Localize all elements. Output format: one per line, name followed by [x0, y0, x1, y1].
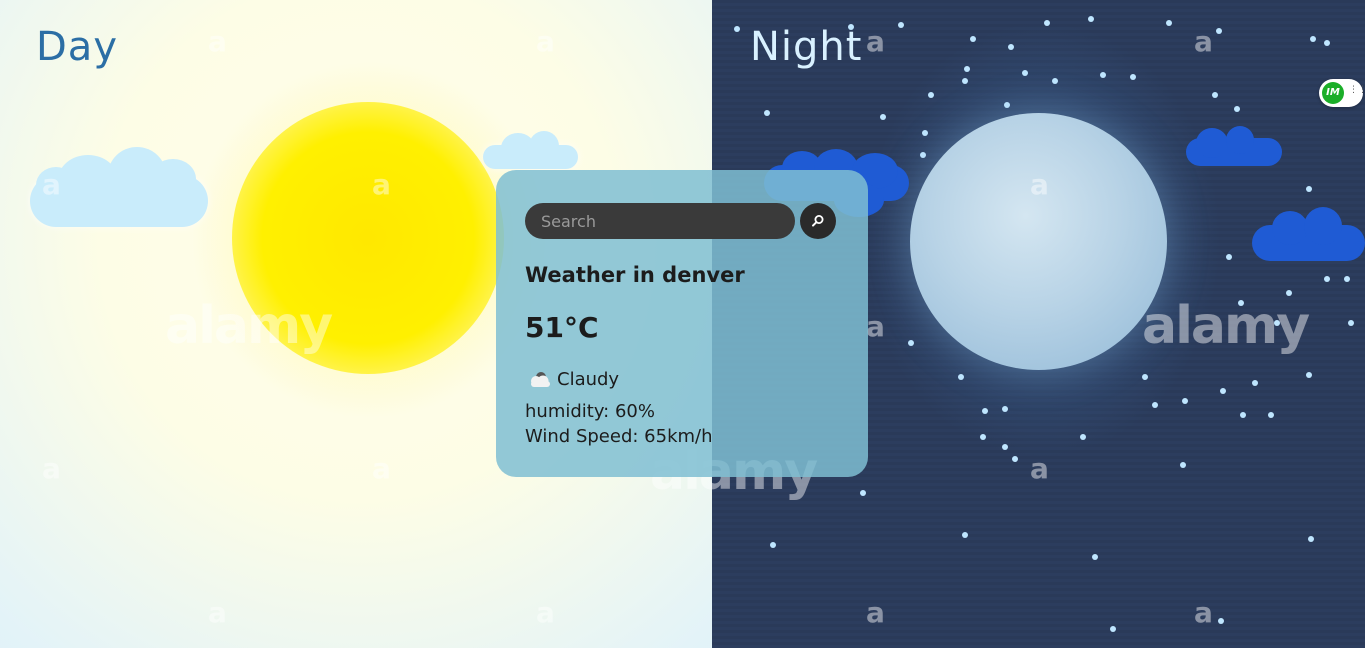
watermark: a	[1194, 596, 1213, 629]
star-icon	[1240, 412, 1246, 418]
watermark: a	[208, 25, 227, 58]
drag-handle-icon[interactable]: ⋮⋮	[1349, 86, 1365, 99]
star-icon	[1324, 276, 1330, 282]
extension-badge[interactable]: IM ⋮⋮	[1319, 79, 1365, 107]
star-icon	[1008, 44, 1014, 50]
watermark: alamy	[165, 296, 333, 356]
star-icon	[1218, 618, 1224, 624]
star-icon	[958, 374, 964, 380]
city-title: Weather in denver	[525, 263, 745, 287]
watermark: a	[208, 596, 227, 629]
star-icon	[1142, 374, 1148, 380]
star-icon	[860, 490, 866, 496]
star-icon	[1252, 380, 1258, 386]
avatar[interactable]: IM	[1322, 82, 1344, 104]
watermark: a	[1194, 25, 1213, 58]
star-icon	[970, 36, 976, 42]
star-icon	[898, 22, 904, 28]
weather-card: Weather in denver 51°C Claudy humidity: …	[496, 170, 868, 477]
star-icon	[1344, 276, 1350, 282]
star-icon	[734, 26, 740, 32]
watermark: a	[1030, 452, 1049, 485]
star-icon	[1080, 434, 1086, 440]
star-icon	[1212, 92, 1218, 98]
star-icon	[920, 152, 926, 158]
star-icon	[1152, 402, 1158, 408]
star-icon	[1130, 74, 1136, 80]
star-icon	[1044, 20, 1050, 26]
star-icon	[1180, 462, 1186, 468]
watermark: a	[1030, 168, 1049, 201]
star-icon	[770, 542, 776, 548]
star-icon	[1110, 626, 1116, 632]
star-icon	[922, 130, 928, 136]
search-button[interactable]	[800, 203, 836, 239]
star-icon	[908, 340, 914, 346]
page: a a a a alamy a a a a a a a a alamy a a …	[0, 0, 1365, 648]
star-icon	[1310, 36, 1316, 42]
condition-text: Claudy	[557, 369, 620, 390]
humidity-text: humidity: 60%	[525, 401, 655, 422]
star-icon	[1308, 536, 1314, 542]
star-icon	[980, 434, 986, 440]
star-icon	[1306, 372, 1312, 378]
star-icon	[1004, 102, 1010, 108]
watermark: a	[372, 168, 391, 201]
watermark: a	[866, 310, 885, 343]
watermark: a	[866, 25, 885, 58]
star-icon	[964, 66, 970, 72]
watermark: a	[866, 596, 885, 629]
star-icon	[1022, 70, 1028, 76]
condition-row: Claudy	[525, 369, 619, 390]
star-icon	[1002, 444, 1008, 450]
star-icon	[982, 408, 988, 414]
star-icon	[1182, 398, 1188, 404]
star-icon	[880, 114, 886, 120]
star-icon	[1012, 456, 1018, 462]
cloud-icon	[1252, 207, 1365, 261]
star-icon	[1324, 40, 1330, 46]
star-icon	[1234, 106, 1240, 112]
star-icon	[1306, 186, 1312, 192]
night-label: Night	[750, 24, 863, 70]
star-icon	[928, 92, 934, 98]
search-bar	[525, 203, 836, 239]
star-icon	[1052, 78, 1058, 84]
cloud-icon	[531, 371, 550, 387]
watermark: a	[42, 168, 61, 201]
wind-text: Wind Speed: 65km/h	[525, 426, 713, 447]
star-icon	[1216, 28, 1222, 34]
moon-icon	[910, 113, 1167, 370]
star-icon	[1100, 72, 1106, 78]
star-icon	[1002, 406, 1008, 412]
star-icon	[962, 532, 968, 538]
temperature: 51°C	[525, 311, 599, 344]
star-icon	[1092, 554, 1098, 560]
star-icon	[764, 110, 770, 116]
watermark: a	[536, 596, 555, 629]
star-icon	[962, 78, 968, 84]
star-icon	[1220, 388, 1226, 394]
watermark: a	[42, 452, 61, 485]
star-icon	[1348, 320, 1354, 326]
star-icon	[1088, 16, 1094, 22]
watermark: alamy	[1142, 296, 1310, 356]
cloud-icon	[483, 131, 578, 169]
star-icon	[1166, 20, 1172, 26]
watermark: a	[372, 452, 391, 485]
star-icon	[1226, 254, 1232, 260]
watermark: a	[536, 25, 555, 58]
day-label: Day	[36, 24, 118, 70]
star-icon	[1268, 412, 1274, 418]
cloud-icon	[1186, 126, 1282, 166]
search-icon	[812, 215, 824, 227]
search-input[interactable]	[525, 203, 795, 239]
